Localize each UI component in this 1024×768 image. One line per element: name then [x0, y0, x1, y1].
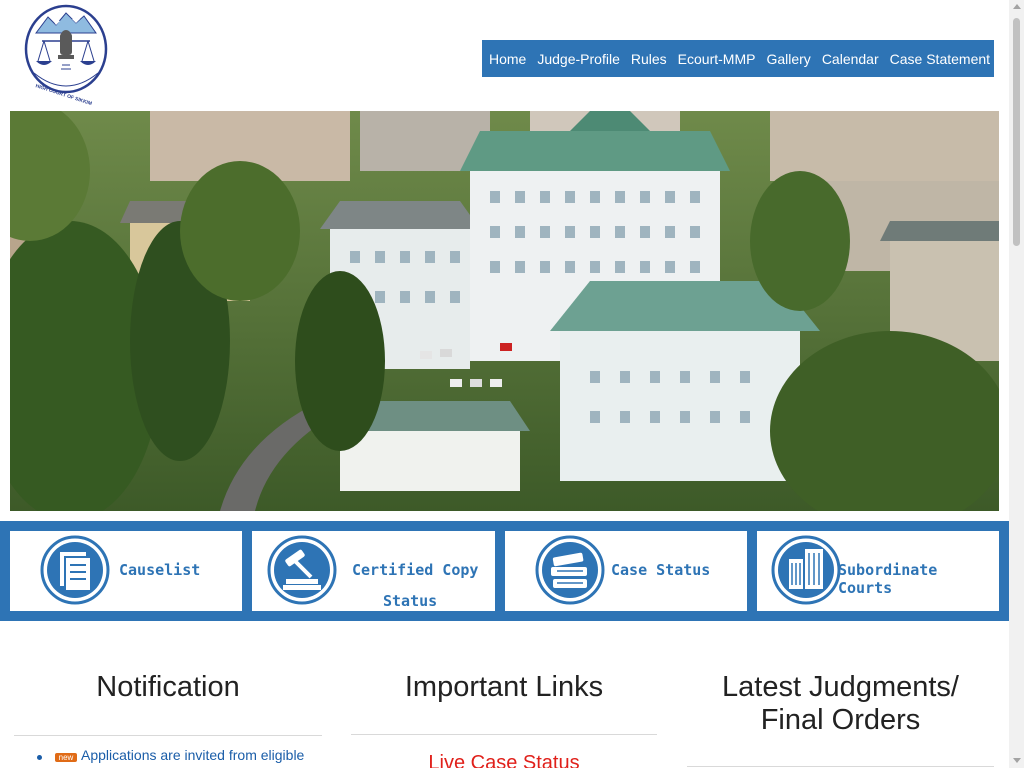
nav-gallery[interactable]: Gallery: [766, 51, 810, 67]
nav-ecourt-mmp[interactable]: Ecourt-MMP: [678, 51, 756, 67]
site-header: HIGH COURT OF SIKKIM Home Judge-Profile …: [0, 0, 1009, 107]
certified-copy-status-card[interactable]: Certified Copy Status: [252, 531, 495, 611]
gavel-icon: [267, 535, 337, 605]
books-icon: [535, 535, 605, 605]
building-icon: [771, 535, 841, 605]
new-badge: new: [55, 753, 77, 762]
hero-carousel[interactable]: [10, 111, 999, 511]
nav-rules[interactable]: Rules: [631, 51, 667, 67]
document-list-icon: [40, 535, 110, 605]
notification-divider: [14, 735, 322, 736]
court-logo[interactable]: HIGH COURT OF SIKKIM: [22, 3, 110, 107]
certified-copy-label-line2: Status: [383, 592, 438, 610]
nav-calendar[interactable]: Calendar: [822, 51, 879, 67]
page-scrollbar[interactable]: [1009, 0, 1024, 768]
main-nav: Home Judge-Profile Rules Ecourt-MMP Gall…: [482, 40, 994, 77]
scroll-thumb[interactable]: [1013, 18, 1020, 246]
important-links-title: Important Links: [404, 671, 604, 703]
notification-title: Notification: [96, 671, 240, 703]
subordinate-courts-label: Subordinate Courts: [838, 561, 938, 597]
judgments-divider: [687, 766, 994, 767]
scroll-up-arrow-icon[interactable]: [1013, 4, 1021, 9]
notification-item-text: Applications are invited from eligible: [81, 747, 305, 763]
nav-judge-profile[interactable]: Judge-Profile: [537, 51, 620, 67]
quick-links-band: Causelist Certified Copy Status Case Sta…: [0, 521, 1009, 621]
case-status-label: Case Status: [611, 561, 711, 579]
subordinate-courts-card[interactable]: Subordinate Courts: [757, 531, 999, 611]
hero-photo: [10, 111, 999, 511]
nav-case-statement[interactable]: Case Statement: [890, 51, 990, 67]
nav-home[interactable]: Home: [489, 51, 526, 67]
judgments-title-line1: Latest Judgments/: [722, 671, 959, 703]
judgments-title-line2: Final Orders: [760, 704, 921, 736]
causelist-label: Causelist: [119, 561, 201, 579]
case-status-card[interactable]: Case Status: [505, 531, 747, 611]
certified-copy-label-line1: Certified Copy: [352, 561, 479, 579]
scroll-down-arrow-icon[interactable]: [1013, 758, 1021, 763]
live-case-status-link[interactable]: Live Case Status: [351, 752, 657, 768]
causelist-card[interactable]: Causelist: [10, 531, 242, 611]
important-links-divider: [351, 734, 657, 735]
bullet-icon: [37, 755, 42, 760]
